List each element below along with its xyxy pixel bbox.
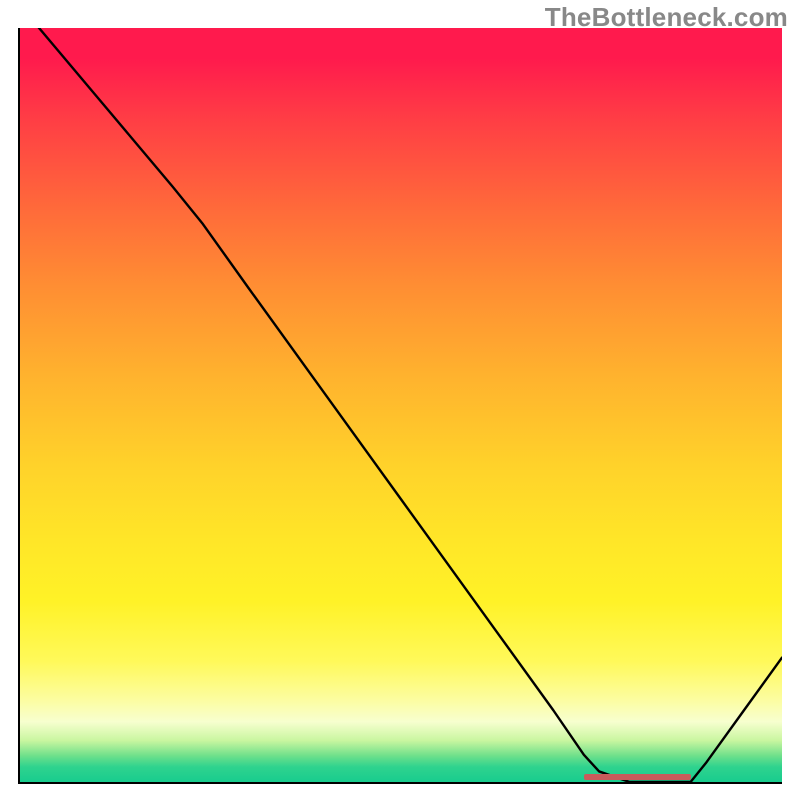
curve-path — [20, 28, 782, 782]
bottleneck-curve — [20, 28, 782, 782]
trough-marker — [584, 774, 691, 780]
chart-stage: TheBottleneck.com — [0, 0, 800, 800]
plot-area — [18, 28, 782, 784]
